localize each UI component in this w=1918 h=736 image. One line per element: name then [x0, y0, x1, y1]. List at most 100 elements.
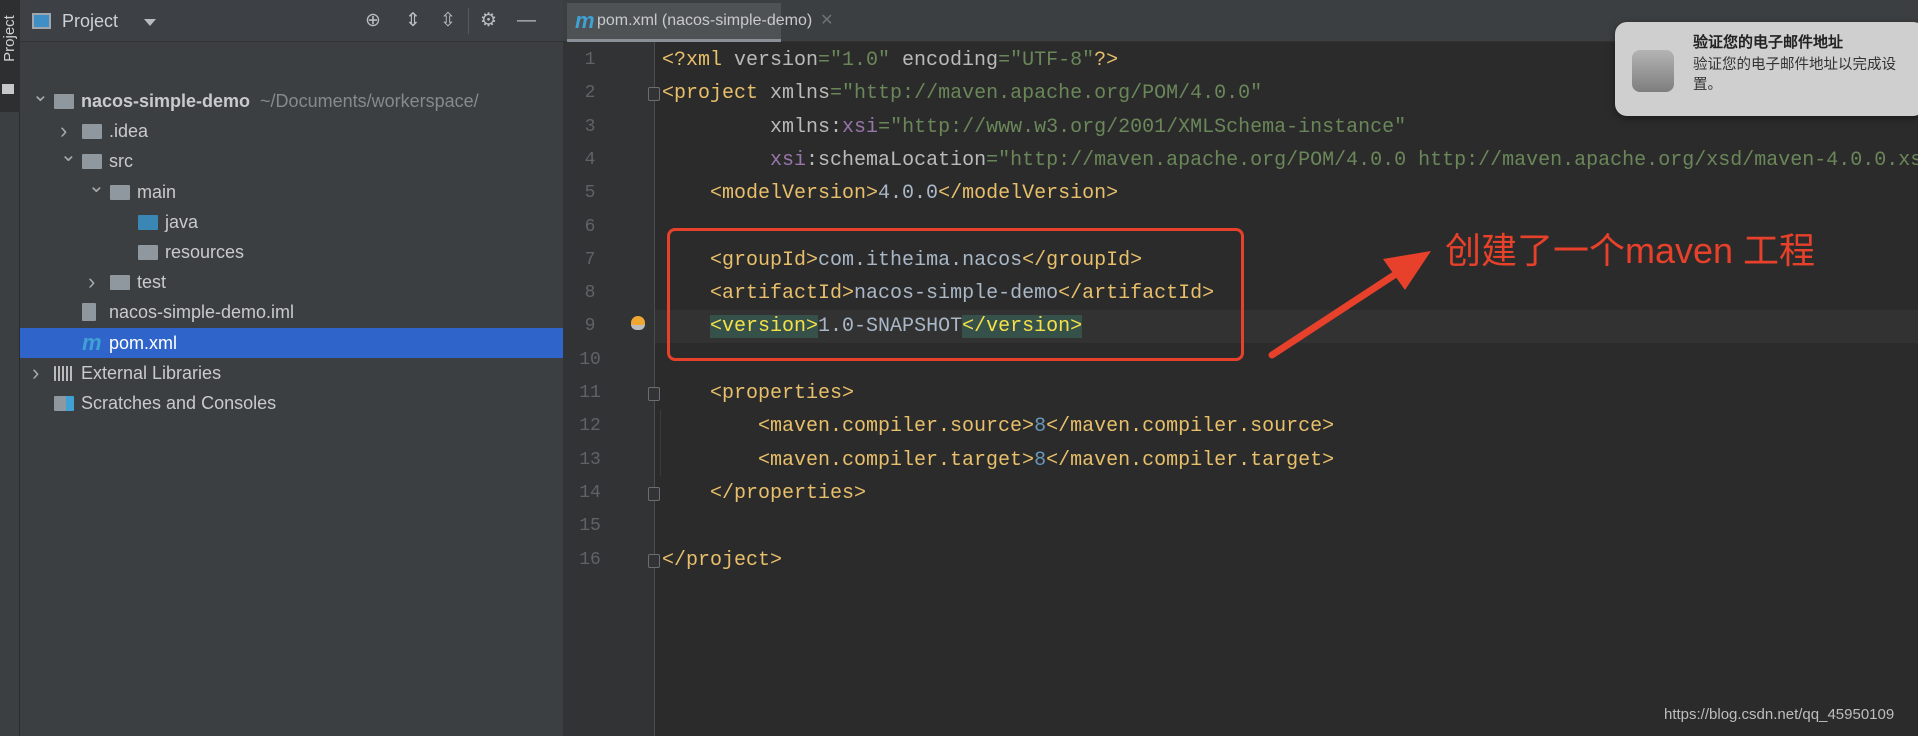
code-token: <maven.compiler.target> — [758, 448, 1035, 472]
line-number: 8 — [584, 283, 596, 304]
chevron-down-icon[interactable]: ⌄ — [88, 171, 105, 201]
notification-body: 验证您的电子邮件地址以完成设置。 — [1693, 57, 1896, 93]
line-number: 13 — [579, 449, 601, 470]
code-token: xmlns: — [770, 115, 843, 139]
code-token: </modelVersion> — [938, 182, 1119, 206]
tree-item-text: resources — [165, 237, 244, 267]
fold-marker-icon[interactable] — [648, 387, 660, 401]
tree-item[interactable]: Scratches and Consoles — [20, 388, 563, 418]
tree-item[interactable]: ⌄ main — [20, 175, 563, 207]
project-view-selector[interactable]: Project — [62, 11, 118, 32]
tree-item-text: nacos-simple-demo.iml — [109, 297, 294, 327]
locate-icon[interactable]: ⊕ — [365, 10, 381, 32]
tree-item-label: resources — [165, 242, 245, 262]
toolbar-divider — [468, 8, 469, 34]
notification-toast[interactable]: 验证您的电子邮件地址 验证您的电子邮件地址以完成设置。 — [1615, 22, 1918, 116]
code-line: xmlns:xsi="http://www.w3.org/2001/XMLSch… — [662, 111, 1406, 144]
fold-marker-icon[interactable] — [648, 486, 660, 501]
tree-item-text: Scratches and Consoles — [81, 388, 276, 418]
code-token: xmlns — [770, 82, 831, 106]
tree-item-text: src — [109, 146, 133, 176]
tool-window-strip: Project — [0, 0, 20, 736]
collapse-all-icon[interactable]: ⇳ — [440, 10, 456, 32]
tree-item[interactable]: resources — [20, 237, 563, 267]
line-number: 14 — [579, 482, 601, 503]
code-token: ="http://maven.apache.org/POM/4.0.0" — [830, 82, 1263, 106]
iml-file-icon — [82, 303, 96, 322]
code-token: ="http://maven.apache.org/POM/4.0.0 http… — [986, 148, 1918, 172]
code-token: ="1.0" — [818, 49, 903, 72]
code-token: encoding — [902, 49, 999, 72]
source-folder-icon — [138, 214, 158, 230]
lightbulb-icon[interactable] — [631, 316, 645, 331]
line-number: 1 — [584, 50, 596, 70]
tree-item[interactable]: ⌄ nacos-simple-demo ~/Documents/workerspac… — [20, 84, 563, 116]
line-number: 3 — [584, 116, 596, 137]
tab-label: pom.xml (nacos-simple-demo) — [597, 12, 813, 29]
tree-item-text: External Libraries — [81, 358, 221, 388]
maven-icon: m — [575, 8, 595, 33]
chevron-down-icon[interactable]: ⌄ — [60, 140, 77, 170]
tree-item-label: test — [137, 272, 167, 293]
tree-item-label: External Libraries — [81, 362, 222, 383]
indent-guide — [660, 410, 661, 477]
close-icon[interactable]: ✕ — [820, 12, 833, 29]
tab-pom-xml[interactable]: m pom.xml (nacos-simple-demo) ✕ — [567, 3, 834, 42]
code-token: :schemaLocation — [806, 148, 987, 172]
fold-marker-icon[interactable] — [648, 87, 660, 102]
line-number: 9 — [584, 316, 596, 337]
project-tool-tab-label: Project — [0, 15, 18, 62]
project-panel-header: Project ⊕ ⇕ ⇳ ⚙ — — [20, 0, 563, 42]
code-line: </properties> — [662, 477, 866, 510]
code-line: <modelVersion>4.0.0</modelVersion> — [662, 177, 1118, 210]
chevron-down-icon[interactable] — [144, 19, 156, 26]
annotation-text: 创建了一个maven 工程 — [1445, 230, 1816, 271]
line-number: 10 — [579, 349, 601, 370]
folder-icon — [82, 154, 102, 170]
line-number: 11 — [579, 383, 601, 403]
hide-icon[interactable]: — — [517, 10, 536, 32]
code-line: <maven.compiler.source>8</maven.compiler… — [662, 410, 1334, 443]
code-token: 4.0.0 — [878, 182, 939, 206]
fold-marker-icon[interactable] — [648, 553, 660, 568]
code-line: <project xmlns="http://maven.apache.org/… — [662, 77, 1262, 110]
code-token: </project> — [662, 548, 783, 572]
tree-item-label: java — [165, 211, 199, 232]
project-panel: Project ⊕ ⇕ ⇳ ⚙ — ⌄ nacos-simple-demo ~/Do… — [20, 0, 563, 736]
code-token: </properties> — [710, 481, 867, 505]
gear-icon[interactable]: ⚙ — [480, 10, 497, 32]
line-number: 5 — [584, 183, 596, 204]
tree-item[interactable]: nacos-simple-demo.iml — [20, 297, 563, 327]
line-number: 16 — [579, 549, 601, 570]
chevron-right-icon[interactable]: › — [88, 267, 95, 297]
tree-item[interactable]: › External Libraries — [20, 358, 563, 388]
tree-item[interactable]: › test — [20, 267, 563, 297]
chevron-right-icon[interactable]: › — [32, 358, 39, 388]
code-editor[interactable]: 1 <?xml version="1.0" encoding="UTF-8"?> 2… — [563, 42, 1918, 736]
scratches-icon — [54, 396, 74, 411]
line-number: 15 — [579, 516, 601, 537]
code-line: </project> — [662, 544, 782, 577]
apple-icon — [1632, 50, 1674, 92]
code-line: <?xml version="1.0" encoding="UTF-8"?> — [662, 44, 1118, 77]
tree-item[interactable]: › .idea — [20, 116, 563, 146]
tree-item[interactable]: java — [20, 207, 563, 237]
code-token: ?> — [1094, 49, 1119, 72]
tree-item[interactable]: m pom.xml — [20, 327, 563, 358]
code-line: <maven.compiler.target>8</maven.compiler… — [662, 444, 1334, 477]
code-line: <properties> — [662, 377, 854, 410]
chevron-down-icon[interactable]: ⌄ — [32, 80, 49, 110]
folder-icon — [110, 275, 130, 291]
tree-item-text: java — [165, 207, 198, 237]
highlight-box — [667, 228, 1244, 361]
code-token: <project — [662, 82, 771, 106]
project-tool-tab[interactable]: Project — [0, 0, 20, 112]
folder-icon — [2, 84, 14, 94]
expand-all-icon[interactable]: ⇕ — [405, 10, 421, 32]
code-token: </maven.compiler.target> — [1046, 448, 1335, 472]
